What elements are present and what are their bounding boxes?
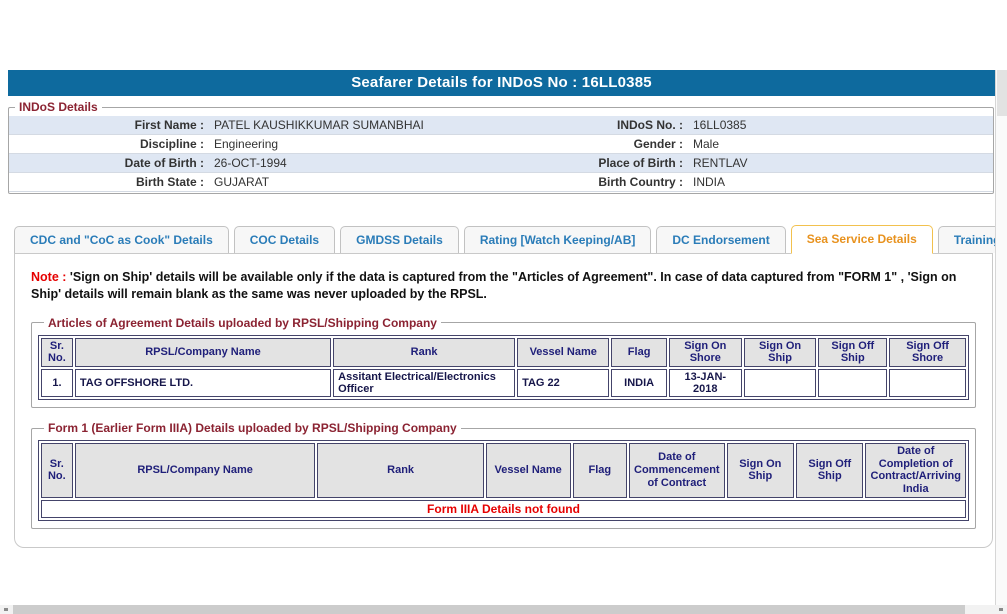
table-header-row: Sr. No. RPSL/Company Name Rank Vessel Na… <box>41 443 966 498</box>
birth-country-value: INDIA <box>693 175 726 189</box>
sea-service-tab-panel: Note : 'Sign on Ship' details will be av… <box>14 254 993 548</box>
col-vessel-name: Vessel Name <box>517 337 610 368</box>
tab-sea-service-details[interactable]: Sea Service Details <box>790 225 933 254</box>
vertical-scrollbar-thumb[interactable] <box>997 70 1007 116</box>
cell-sign-off-shore <box>889 369 966 398</box>
col-rank: Rank <box>333 337 516 368</box>
tab-dc-endorsement[interactable]: DC Endorsement <box>656 226 786 253</box>
page-content: Seafarer Details for INDoS No : 16LL0385… <box>0 70 1007 548</box>
cell-sign-on-shore: 13-JAN-2018 <box>668 369 742 398</box>
col-rpsl-company-name: RPSL/Company Name <box>74 443 316 498</box>
form-iiia-not-found-message: Form IIIA Details not found <box>41 499 966 518</box>
cell-sr-no: 1. <box>41 369 73 398</box>
col-rank: Rank <box>317 443 484 498</box>
articles-of-agreement-legend: Articles of Agreement Details uploaded b… <box>48 315 437 330</box>
scroll-right-arrow-icon[interactable] <box>999 608 1003 611</box>
table-header-row: Sr. No. RPSL/Company Name Rank Vessel Na… <box>41 337 966 368</box>
discipline-label: Discipline : <box>139 137 204 151</box>
place-of-birth-label: Place of Birth : <box>598 156 683 170</box>
cell-sign-on-ship <box>743 369 817 398</box>
tab-gmdss-details[interactable]: GMDSS Details <box>340 226 459 253</box>
horizontal-scrollbar[interactable] <box>0 605 1007 614</box>
field-row-first-name: First Name : PATEL KAUSHIKKUMAR SUMANBHA… <box>9 116 993 135</box>
col-sign-on-ship: Sign On Ship <box>726 443 795 498</box>
horizontal-scrollbar-thumb[interactable] <box>13 605 965 614</box>
table-row: 1. TAG OFFSHORE LTD. Assitant Electrical… <box>41 369 966 398</box>
tab-coc-details[interactable]: COC Details <box>233 226 336 253</box>
first-name-value: PATEL KAUSHIKKUMAR SUMANBHAI <box>214 118 424 132</box>
articles-of-agreement-table: Sr. No. RPSL/Company Name Rank Vessel Na… <box>38 334 969 401</box>
first-name-label: First Name : <box>134 118 204 132</box>
col-sr-no: Sr. No. <box>41 443 73 498</box>
col-flag: Flag <box>611 337 667 368</box>
col-sign-on-shore: Sign On Shore <box>668 337 742 368</box>
gender-value: Male <box>693 137 720 151</box>
indos-no-value: 16LL0385 <box>693 118 747 132</box>
col-sign-off-ship: Sign Off Ship <box>796 443 864 498</box>
field-row-birth-state: Birth State : GUJARAT Birth Country : IN… <box>9 173 993 192</box>
place-of-birth-value: RENTLAV <box>693 156 748 170</box>
col-flag: Flag <box>572 443 627 498</box>
tab-rating-watch-keeping-ab[interactable]: Rating [Watch Keeping/AB] <box>463 226 652 253</box>
field-row-discipline: Discipline : Engineering Gender : Male <box>9 135 993 154</box>
date-of-birth-label: Date of Birth : <box>124 156 204 170</box>
indos-no-label: INDoS No. : <box>617 118 683 132</box>
col-rpsl-company-name: RPSL/Company Name <box>74 337 332 368</box>
empty-message-row: Form IIIA Details not found <box>41 499 966 518</box>
articles-of-agreement-fieldset: Articles of Agreement Details uploaded b… <box>31 315 976 409</box>
col-sr-no: Sr. No. <box>41 337 73 368</box>
note-body: 'Sign on Ship' details will be available… <box>31 270 957 301</box>
col-sign-on-ship: Sign On Ship <box>743 337 817 368</box>
cell-vessel: TAG 22 <box>517 369 610 398</box>
form1-legend: Form 1 (Earlier Form IIIA) Details uploa… <box>48 421 457 436</box>
tab-strip: CDC and "CoC as Cook" Details COC Detail… <box>14 225 1007 254</box>
cell-flag: INDIA <box>611 369 667 398</box>
date-of-birth-value: 26-OCT-1994 <box>214 156 287 170</box>
tabs-area: CDC and "CoC as Cook" Details COC Detail… <box>14 225 1007 548</box>
cell-sign-off-ship <box>818 369 888 398</box>
indos-details-legend: INDoS Details <box>19 100 98 114</box>
gender-label: Gender : <box>633 137 683 151</box>
indos-details-fieldset: INDoS Details First Name : PATEL KAUSHIK… <box>8 100 994 194</box>
scroll-left-arrow-icon[interactable] <box>4 608 8 611</box>
col-vessel-name: Vessel Name <box>485 443 571 498</box>
col-date-of-completion: Date of Completion of Contract/Arriving … <box>865 443 966 498</box>
form1-fieldset: Form 1 (Earlier Form IIIA) Details uploa… <box>31 421 976 529</box>
discipline-value: Engineering <box>214 137 279 151</box>
birth-state-label: Birth State : <box>135 175 204 189</box>
birth-state-value: GUJARAT <box>214 175 270 189</box>
note-prefix: Note : <box>31 270 67 284</box>
col-sign-off-shore: Sign Off Shore <box>889 337 966 368</box>
cell-company: TAG OFFSHORE LTD. <box>74 369 332 398</box>
birth-country-label: Birth Country : <box>598 175 683 189</box>
tab-cdc-coc-as-cook-details[interactable]: CDC and "CoC as Cook" Details <box>14 226 229 253</box>
cell-rank: Assitant Electrical/Electronics Officer <box>333 369 516 398</box>
page-title: Seafarer Details for INDoS No : 16LL0385 <box>8 70 995 96</box>
note-text: Note : 'Sign on Ship' details will be av… <box>31 269 976 303</box>
vertical-scrollbar[interactable] <box>995 70 1007 605</box>
col-sign-off-ship: Sign Off Ship <box>818 337 888 368</box>
form1-table: Sr. No. RPSL/Company Name Rank Vessel Na… <box>38 440 969 521</box>
col-date-of-commencement: Date of Commencement of Contract <box>629 443 725 498</box>
field-row-date-of-birth: Date of Birth : 26-OCT-1994 Place of Bir… <box>9 154 993 173</box>
